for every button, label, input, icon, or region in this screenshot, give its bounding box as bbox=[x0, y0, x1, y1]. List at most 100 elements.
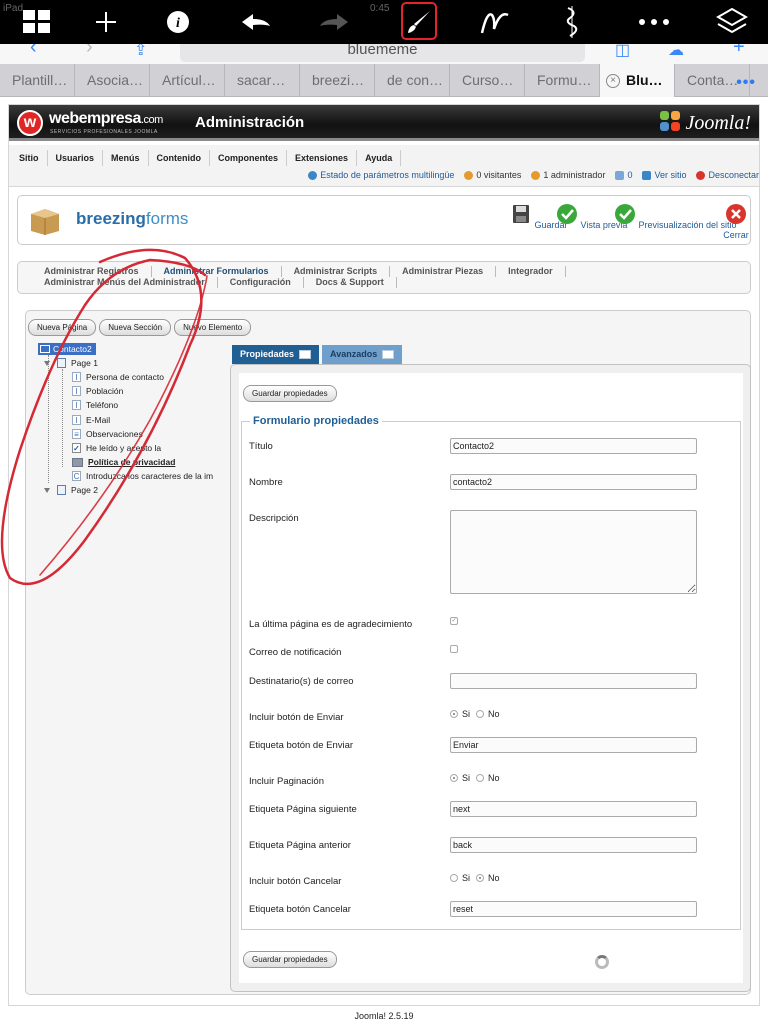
new-element-button[interactable]: Nuevo Elemento bbox=[174, 319, 252, 336]
include-paging-yes-radio[interactable] bbox=[450, 774, 458, 782]
yes-label: Si bbox=[462, 873, 471, 883]
tab-advanced[interactable]: Avanzados bbox=[322, 345, 403, 364]
browser-tab[interactable]: breezi… bbox=[300, 64, 375, 97]
browser-tabs: Plantill… Asocia… Artícul… sacar… breezi… de … bbox=[0, 64, 768, 97]
menu-item[interactable]: Sitio bbox=[11, 150, 48, 166]
title-field[interactable] bbox=[450, 438, 697, 454]
tree-page-1[interactable]: Page 1 bbox=[44, 358, 98, 368]
subnav-item[interactable]: Integrador bbox=[496, 266, 566, 277]
form-properties-fieldset: Formulario propiedades Título Nombre Des… bbox=[241, 415, 741, 930]
bookmarks-icon[interactable]: ◫ bbox=[615, 44, 630, 60]
tree-element[interactable]: Política de privacidad bbox=[72, 457, 175, 467]
site-preview-button[interactable]: Previsualización del sitio bbox=[614, 203, 737, 230]
grid-icon[interactable] bbox=[7, 0, 67, 44]
tree-element[interactable]: ≡ Observaciones bbox=[72, 428, 143, 439]
tree-element[interactable]: I Persona de contacto bbox=[72, 372, 164, 382]
include-submit-yes-radio[interactable] bbox=[450, 710, 458, 718]
browser-tab-label: Plantill… bbox=[12, 72, 68, 88]
browser-tab[interactable]: de con… bbox=[375, 64, 450, 97]
menu-item[interactable]: Menús bbox=[103, 150, 149, 166]
include-paging-label: Incluir Paginación bbox=[249, 776, 324, 787]
view-site-link[interactable]: Ver sitio bbox=[642, 170, 686, 180]
multilang-status[interactable]: Estado de parámetros multilingüe bbox=[308, 170, 454, 180]
messages-status[interactable]: 0 bbox=[615, 170, 632, 180]
more-icon[interactable] bbox=[624, 0, 684, 44]
browser-tab[interactable]: Artícul… bbox=[150, 64, 225, 97]
eraser-icon[interactable] bbox=[542, 0, 602, 44]
submit-text-field[interactable] bbox=[450, 737, 697, 753]
subnav-item[interactable]: Administrar Menús del Administrador bbox=[32, 277, 218, 288]
checkbox-element-icon: ✓ bbox=[72, 443, 81, 453]
plus-icon[interactable] bbox=[76, 0, 136, 44]
notification-checkbox[interactable] bbox=[450, 645, 458, 653]
name-field[interactable] bbox=[450, 474, 697, 490]
last-page-thanks-checkbox[interactable]: ✓ bbox=[450, 617, 458, 625]
name-label: Nombre bbox=[249, 477, 283, 488]
page-2-label: Page 2 bbox=[71, 485, 98, 495]
address-bar[interactable]: bluememe bbox=[180, 44, 585, 62]
undo-icon[interactable] bbox=[226, 0, 286, 44]
close-label: Cerrar bbox=[723, 230, 749, 240]
subnav-item[interactable]: Administrar Registros bbox=[32, 266, 152, 277]
tab-properties-label: Propiedades bbox=[240, 349, 295, 359]
forward-icon[interactable]: › bbox=[86, 44, 93, 59]
browser-tab[interactable]: sacar… bbox=[225, 64, 300, 97]
tree-page-2[interactable]: Page 2 bbox=[44, 485, 98, 495]
tabs-more-icon[interactable]: ••• bbox=[736, 74, 756, 92]
cloud-tabs-icon[interactable]: ☁ bbox=[668, 44, 684, 60]
save-properties-button-top[interactable]: Guardar propiedades bbox=[243, 385, 337, 402]
close-tab-icon[interactable]: × bbox=[606, 74, 620, 89]
include-submit-radios: Si No bbox=[450, 709, 500, 719]
menu-item[interactable]: Ayuda bbox=[357, 150, 402, 166]
include-cancel-yes-radio[interactable] bbox=[450, 874, 458, 882]
tab-properties[interactable]: Propiedades bbox=[232, 345, 320, 364]
tree-element[interactable]: I Población bbox=[72, 386, 124, 397]
subnav-row-1: Administrar Registros Administrar Formula… bbox=[32, 266, 750, 277]
prev-label-field[interactable] bbox=[450, 837, 697, 853]
browser-tab[interactable]: Asocia… bbox=[75, 64, 150, 97]
logout-link[interactable]: Desconectar bbox=[696, 170, 759, 180]
pen-icon[interactable] bbox=[466, 0, 526, 44]
new-page-button[interactable]: Nueva Página bbox=[28, 319, 97, 336]
subnav-item[interactable]: Configuración bbox=[218, 277, 304, 288]
tree-element[interactable]: I Teléfono bbox=[72, 400, 118, 411]
redo-icon[interactable] bbox=[304, 0, 364, 44]
include-submit-no-radio[interactable] bbox=[476, 710, 485, 718]
tree-element[interactable]: C Introduzca los caracteres de la im bbox=[72, 471, 213, 482]
tree-element[interactable]: I E-Mail bbox=[72, 414, 110, 425]
info-icon[interactable]: i bbox=[148, 0, 208, 44]
subnav-item[interactable]: Docs & Support bbox=[304, 277, 397, 288]
tree-element[interactable]: ✓ He leído y acepto la bbox=[72, 443, 161, 453]
subnav-item[interactable]: Administrar Scripts bbox=[282, 266, 391, 277]
page-icon bbox=[57, 485, 66, 495]
include-cancel-no-radio[interactable] bbox=[476, 874, 485, 882]
menu-item[interactable]: Componentes bbox=[210, 150, 288, 166]
layers-icon[interactable] bbox=[702, 0, 762, 44]
new-tab-icon[interactable]: + bbox=[733, 44, 745, 59]
save-properties-button-bottom[interactable]: Guardar propiedades bbox=[243, 951, 337, 968]
tree-root-node[interactable]: Contacto2 bbox=[38, 343, 96, 355]
brush-icon[interactable] bbox=[389, 0, 449, 44]
include-paging-no-radio[interactable] bbox=[476, 774, 485, 782]
menu-item[interactable]: Usuarios bbox=[48, 150, 104, 166]
browser-tab[interactable]: Curso… bbox=[450, 64, 525, 97]
description-field[interactable] bbox=[450, 510, 697, 594]
subnav-item[interactable]: Administrar Piezas bbox=[390, 266, 497, 277]
cancel-text-field[interactable] bbox=[450, 901, 697, 917]
webempresa-logo-icon: w bbox=[17, 110, 43, 136]
breezingforms-logo: breezingforms bbox=[76, 209, 188, 229]
menu-item[interactable]: Extensiones bbox=[287, 150, 358, 166]
back-icon[interactable]: ‹ bbox=[30, 44, 37, 59]
menu-item[interactable]: Contenido bbox=[149, 150, 211, 166]
subnav-item[interactable]: Administrar Formularios bbox=[152, 266, 282, 277]
close-button[interactable]: Cerrar bbox=[722, 203, 750, 240]
browser-tab[interactable]: × Blu… bbox=[600, 64, 675, 97]
browser-tab[interactable]: Formu… bbox=[525, 64, 600, 97]
next-label-field[interactable] bbox=[450, 801, 697, 817]
browser-tab[interactable]: Plantill… bbox=[0, 64, 75, 97]
tree-element-label: Población bbox=[86, 386, 124, 397]
share-icon[interactable]: ⇪ bbox=[134, 44, 147, 60]
new-section-button[interactable]: Nueva Sección bbox=[99, 319, 172, 336]
logo-tagline: SERVICIOS PROFESIONALES JOOMLA bbox=[50, 129, 158, 135]
recipients-field[interactable] bbox=[450, 673, 697, 689]
